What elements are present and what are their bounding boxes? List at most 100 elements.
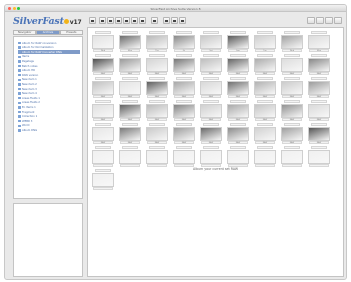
sidebar-item[interactable]: Album HR [18,69,80,73]
tag-icon[interactable] [171,17,178,24]
export-icon[interactable] [325,17,333,24]
thumbnail[interactable]: RAW [307,77,331,99]
sidebar-item[interactable]: Album for RAW conversion [18,41,80,45]
thumbnail[interactable]: RAW [172,77,196,99]
thumbnail-image[interactable] [227,126,249,141]
thumbnail-image[interactable] [281,80,303,95]
thumbnail[interactable]: RAW [280,100,304,122]
thumbnail[interactable] [91,146,115,168]
thumbnail[interactable]: RAW [199,54,223,76]
thumbnail-image[interactable] [281,126,303,141]
thumbnail[interactable]: RAW [91,54,115,76]
thumbnail[interactable]: Mon [307,31,331,53]
settings-icon[interactable] [307,17,315,24]
sidebar-item[interactable]: En Items 1 [18,105,80,109]
sidebar-item[interactable]: New item 2 [18,82,80,86]
sidebar-item[interactable]: New item 1 [18,78,80,82]
thumbnail[interactable]: RAW [280,54,304,76]
thumbnail-image[interactable] [92,34,114,49]
thumbnail[interactable] [172,146,196,168]
thumbnail-image[interactable] [119,80,141,95]
thumbnail-image[interactable] [200,149,222,164]
sidebar-item[interactable]: Fragment [18,110,80,114]
thumbnail[interactable]: RAW [145,77,169,99]
thumbnail[interactable]: RAW [307,123,331,145]
thumbnail-image[interactable] [227,149,249,164]
thumbnail[interactable]: RAW [145,100,169,122]
thumbnail[interactable]: RAW [199,100,223,122]
thumbnail[interactable]: Fri [172,31,196,53]
sidebar-item[interactable]: Areas Fields 2 [18,101,80,105]
thumbnail[interactable]: RAW [253,77,277,99]
thumbnail-image[interactable] [308,80,330,95]
thumbnail-image[interactable] [92,80,114,95]
thumbnail[interactable]: RAW [172,54,196,76]
sidebar-item[interactable]: Batch notes [18,64,80,68]
thumbnail[interactable]: Thu [145,31,169,53]
thumbnail-image[interactable] [146,103,168,118]
thumbnail[interactable]: RAW [91,123,115,145]
tab-navigator[interactable]: Navigator [13,30,37,35]
thumbnail-image[interactable] [146,34,168,49]
thumbnail-image[interactable] [254,57,276,72]
thumbnail-image[interactable] [173,149,195,164]
thumbnail[interactable]: Sat [199,31,223,53]
sidebar-item[interactable]: WEBD 3 [18,119,80,123]
thumbnail-image[interactable] [173,57,195,72]
sidebar-item[interactable]: Album DNG [18,128,80,132]
thumbnail-image[interactable] [200,34,222,49]
thumbnail-image[interactable] [119,57,141,72]
thumbnail-image[interactable] [146,126,168,141]
thumbnail-image[interactable] [281,103,303,118]
thumbnail[interactable]: RAW [199,77,223,99]
thumbnail[interactable]: RAW [307,100,331,122]
thumbnail[interactable]: Tue [253,31,277,53]
thumbnail[interactable]: RAW [172,100,196,122]
thumbnail[interactable]: RAW [253,54,277,76]
thumbnail-image[interactable] [200,80,222,95]
thumbnail[interactable]: RAW [91,100,115,122]
thumbnail-image[interactable] [308,126,330,141]
thumbnail[interactable]: RAW [118,77,142,99]
thumbnail-image[interactable] [92,126,114,141]
tab-presets[interactable]: Presets [59,30,83,35]
lightbox-icon[interactable] [89,17,96,24]
thumbnail-image[interactable] [92,103,114,118]
thumbnail-image[interactable] [227,80,249,95]
thumbnail-image[interactable] [308,149,330,164]
thumbnail-image[interactable] [173,103,195,118]
sidebar-item[interactable]: New item 4 [18,92,80,96]
thumbnail-image[interactable] [200,57,222,72]
thumbnail[interactable]: RAW [280,123,304,145]
thumbnail[interactable]: RAW [145,123,169,145]
thumbnail[interactable]: RAW [280,77,304,99]
thumbnail-image[interactable] [308,34,330,49]
thumbnail-image[interactable] [281,149,303,164]
sidebar-item[interactable]: RAW version [18,73,80,77]
thumbnail-image[interactable] [173,126,195,141]
thumbnail[interactable] [199,146,223,168]
thumbnail-image[interactable] [281,34,303,49]
thumbnail[interactable]: RAW [226,77,250,99]
thumbnail-image[interactable] [146,149,168,164]
thumbnail[interactable]: RAW [226,100,250,122]
thumbnail[interactable]: Wed [91,31,115,53]
thumbnail[interactable] [91,169,115,191]
view-icon[interactable] [316,17,324,24]
thumbnail-image[interactable] [119,149,141,164]
thumbnail-image[interactable] [227,57,249,72]
thumbnail[interactable]: RAW [118,54,142,76]
thumbnail[interactable]: RAW [226,54,250,76]
thumbnail[interactable]: RAW [253,123,277,145]
thumbnail[interactable]: RAW [172,123,196,145]
thumbnail-image[interactable] [254,149,276,164]
thumbnail[interactable]: RAW [226,123,250,145]
thumbnail-image[interactable] [254,126,276,141]
thumbnail-image[interactable] [119,34,141,49]
thumbnail-image[interactable] [146,80,168,95]
thumbnail-image[interactable] [119,126,141,141]
thumbnail-image[interactable] [254,34,276,49]
thumbnail-image[interactable] [119,103,141,118]
undo-icon[interactable] [151,17,158,24]
zoom-icon[interactable] [123,17,130,24]
